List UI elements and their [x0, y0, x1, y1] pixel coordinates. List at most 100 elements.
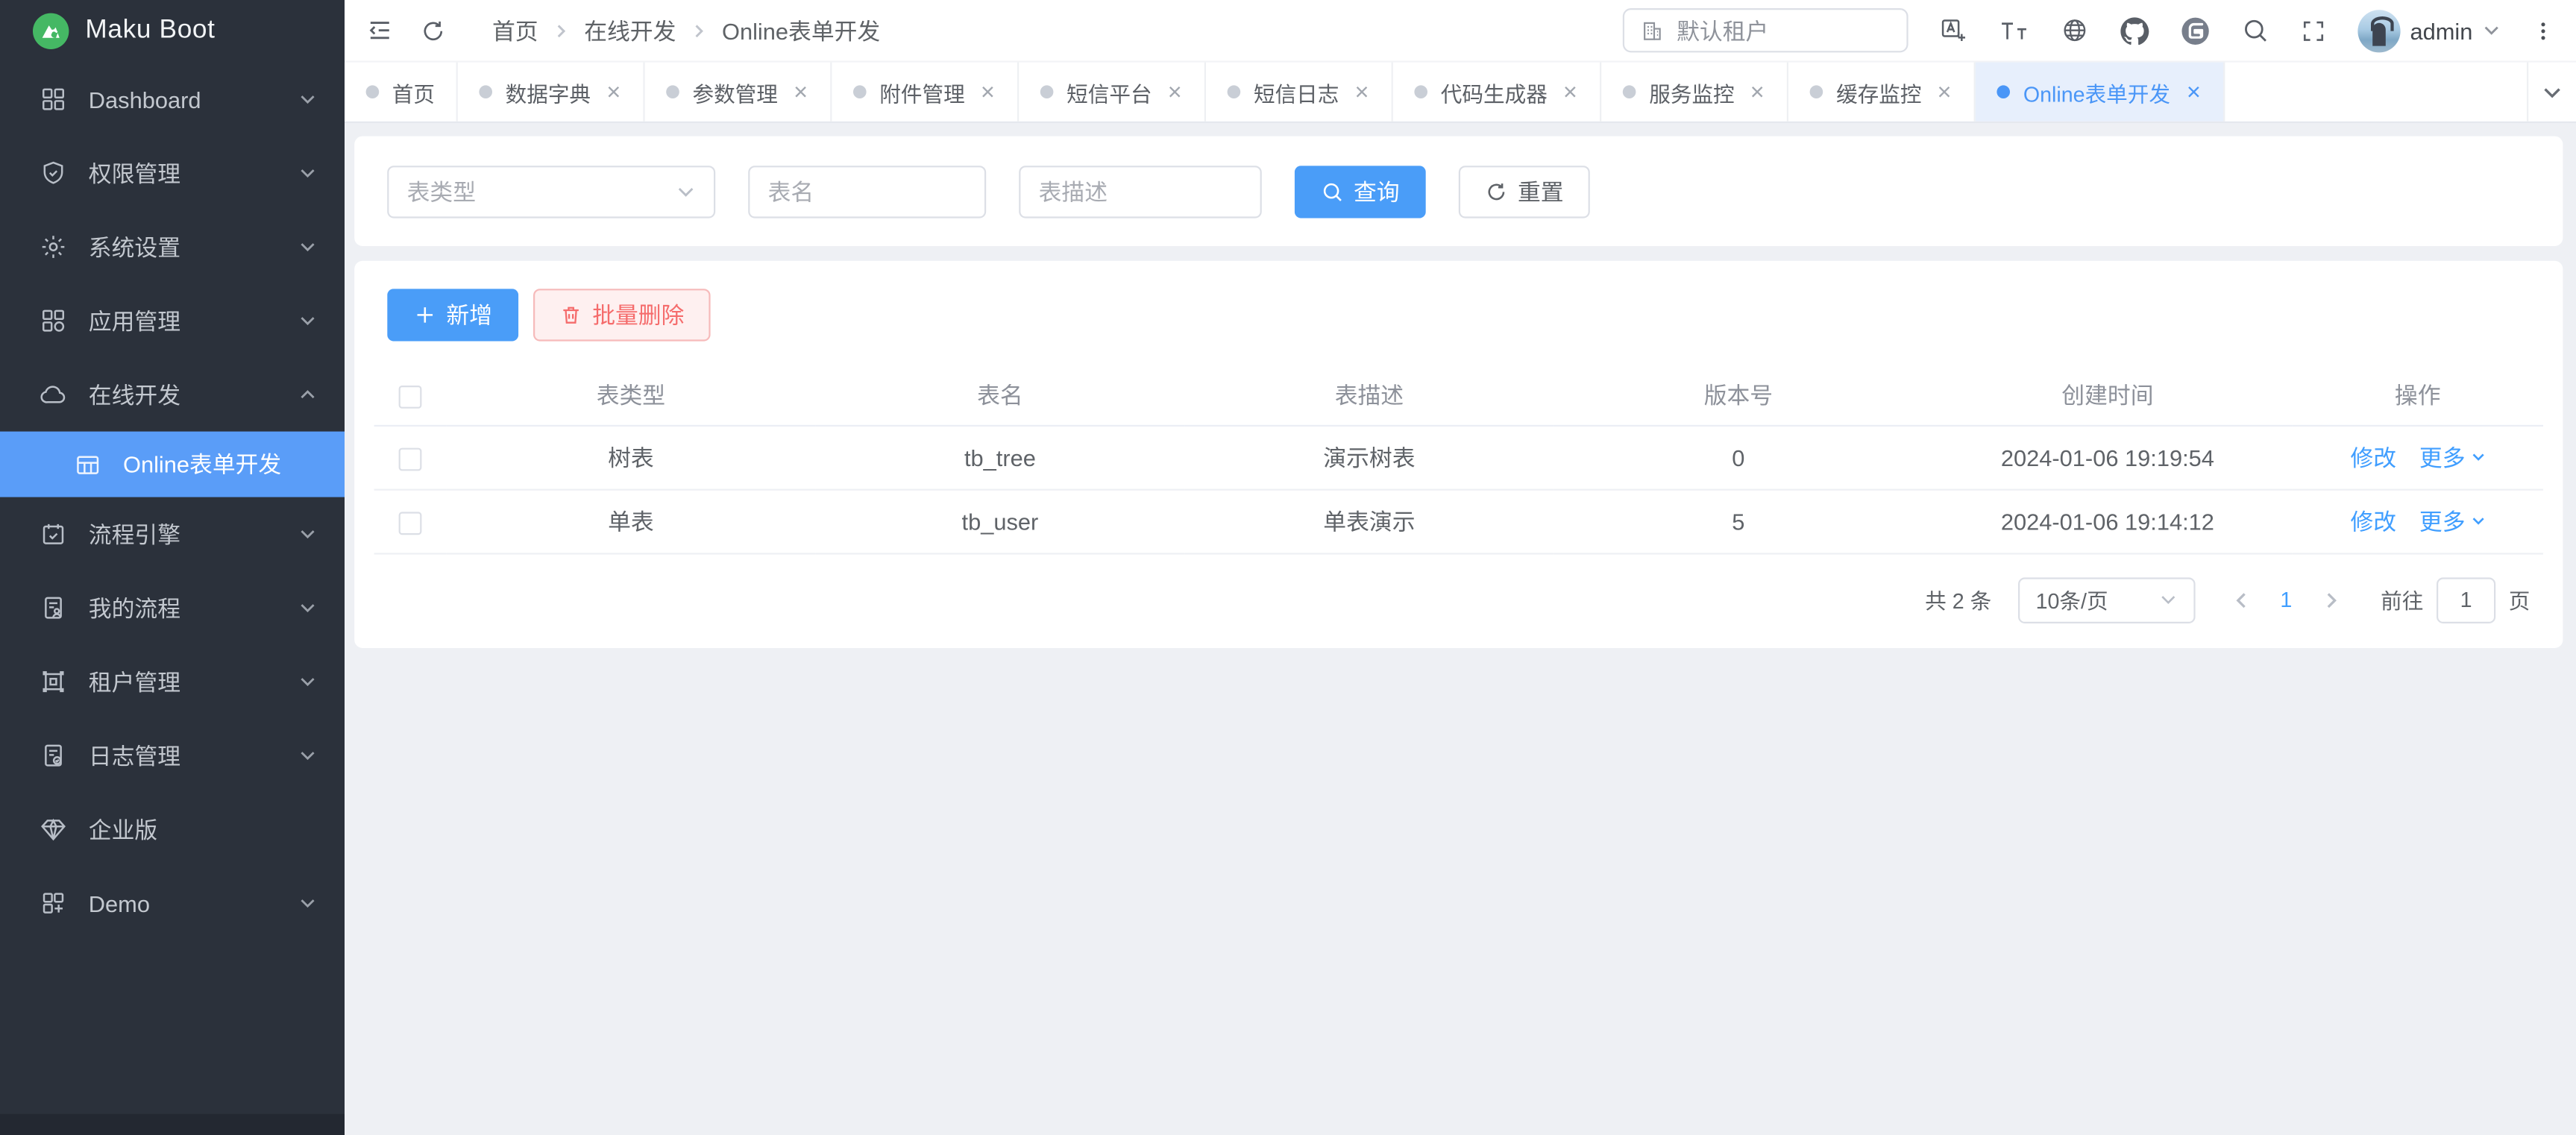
table-desc-input[interactable]: [1019, 165, 1262, 217]
search-icon[interactable]: [2241, 16, 2269, 44]
close-icon[interactable]: [980, 84, 996, 100]
tab-sms-log[interactable]: 短信日志: [1206, 63, 1393, 122]
sidebar-item-online-form-dev[interactable]: Online表单开发: [0, 432, 345, 497]
close-icon[interactable]: [606, 84, 622, 100]
user-menu[interactable]: admin: [2357, 9, 2501, 51]
tab-service-monitor[interactable]: 服务监控: [1601, 63, 1788, 122]
page-size-select[interactable]: 10条/页: [2017, 576, 2195, 623]
sidebar-item-label: Dashboard: [89, 87, 277, 113]
github-icon[interactable]: [2120, 16, 2149, 45]
prev-page-icon[interactable]: [2231, 590, 2250, 609]
doc-user-icon: [40, 594, 67, 621]
more-dropdown[interactable]: 更多: [2419, 505, 2485, 538]
chevron-down-icon: [2159, 591, 2177, 609]
table-name-input[interactable]: [748, 165, 986, 217]
add-button[interactable]: 新增: [387, 289, 518, 341]
username: admin: [2410, 17, 2472, 43]
tab-dot: [666, 85, 679, 98]
sidebar-item-permissions[interactable]: 权限管理: [0, 136, 345, 210]
kebab-menu-icon[interactable]: [2532, 17, 2555, 43]
close-icon[interactable]: [1354, 84, 1370, 100]
sidebar-item-dashboard[interactable]: Dashboard: [0, 63, 345, 136]
edit-link[interactable]: 修改: [2351, 441, 2397, 474]
chevron-down-icon: [298, 746, 316, 764]
sidebar-item-my-workflow[interactable]: 我的流程: [0, 571, 345, 645]
pagination: 共 2 条 10条/页 1 前往 页: [354, 554, 2563, 623]
tab-cache-monitor[interactable]: 缓存监控: [1788, 63, 1976, 122]
sidebar-item-online-dev[interactable]: 在线开发: [0, 358, 345, 432]
tenant-select-value: 默认租户: [1677, 14, 1768, 47]
globe-icon[interactable]: [2061, 16, 2088, 44]
close-icon[interactable]: [1749, 84, 1765, 100]
tab-online-form-dev[interactable]: Online表单开发: [1976, 63, 2225, 122]
sidebar-item-enterprise[interactable]: 企业版: [0, 793, 345, 867]
select-all-checkbox[interactable]: [399, 386, 422, 409]
refresh-icon[interactable]: [420, 17, 446, 43]
fullscreen-icon[interactable]: [2300, 17, 2326, 43]
table-type-select[interactable]: 表类型: [387, 165, 715, 217]
tab-label: 代码生成器: [1441, 76, 1548, 107]
topbar: 首页 在线开发 Online表单开发 默认租户: [345, 0, 2576, 63]
tabs-overflow-dropdown[interactable]: [2527, 63, 2576, 122]
tab-attachments[interactable]: 附件管理: [832, 63, 1020, 122]
goto-label: 前往: [2381, 584, 2423, 615]
close-icon[interactable]: [1562, 84, 1579, 100]
search-button[interactable]: 查询: [1295, 165, 1426, 217]
sidebar-item-label: 日志管理: [89, 739, 277, 772]
breadcrumb-item-home[interactable]: 首页: [492, 14, 538, 47]
reset-button[interactable]: 重置: [1459, 165, 1590, 217]
tenant-select[interactable]: 默认租户: [1622, 8, 1908, 52]
diamond-icon: [40, 815, 67, 843]
page-size-value: 10条/页: [2036, 584, 2108, 615]
gitee-icon[interactable]: [2180, 16, 2210, 45]
row-checkbox[interactable]: [399, 512, 422, 535]
tab-sms-platform[interactable]: 短信平台: [1019, 63, 1206, 122]
close-icon[interactable]: [1936, 84, 1953, 100]
main-area: 首页 在线开发 Online表单开发 默认租户: [345, 0, 2576, 1135]
page-number[interactable]: 1: [2280, 588, 2292, 612]
tab-dot: [1228, 85, 1241, 98]
translate-icon[interactable]: [1939, 16, 1967, 44]
sidebar-item-system-settings[interactable]: 系统设置: [0, 210, 345, 284]
tab-dot: [366, 85, 380, 98]
sidebar-fold-icon[interactable]: [366, 16, 394, 44]
close-icon[interactable]: [1166, 84, 1183, 100]
tab-code-generator[interactable]: 代码生成器: [1393, 63, 1601, 122]
sidebar-item-workflow-engine[interactable]: 流程引擎: [0, 497, 345, 571]
chevron-down-icon: [298, 90, 316, 108]
batch-delete-button[interactable]: 批量删除: [533, 289, 711, 341]
tabs-bar: 首页 数据字典 参数管理 附件管理 短信平台: [345, 63, 2576, 123]
tab-label: 短信平台: [1066, 76, 1152, 107]
sidebar-collapse-bar[interactable]: [0, 1114, 345, 1135]
table-row: 树表 tb_tree 演示树表 0 2024-01-06 19:19:54 修改…: [374, 425, 2543, 489]
tab-data-dict[interactable]: 数据字典: [458, 63, 645, 122]
avatar[interactable]: [2357, 9, 2400, 51]
tab-home[interactable]: 首页: [345, 63, 458, 122]
sidebar-item-logs[interactable]: 日志管理: [0, 719, 345, 793]
breadcrumb-item-online-dev[interactable]: 在线开发: [584, 14, 676, 47]
chevron-down-icon: [2470, 514, 2485, 529]
next-page-icon[interactable]: [2322, 590, 2341, 609]
column-header-desc: 表描述: [1184, 366, 1554, 425]
topbar-right: 默认租户: [1622, 8, 2554, 52]
tab-dot: [1623, 85, 1636, 98]
goto-page-input[interactable]: [2437, 576, 2495, 623]
sidebar-item-tenants[interactable]: 租户管理: [0, 645, 345, 719]
close-icon[interactable]: [2185, 84, 2202, 100]
row-checkbox[interactable]: [399, 447, 422, 471]
tabs-spacer: [2225, 63, 2527, 122]
chevron-down-icon: [298, 673, 316, 691]
column-header-version: 版本号: [1554, 366, 1923, 425]
cell-name: tb_tree: [815, 425, 1184, 489]
more-dropdown[interactable]: 更多: [2419, 441, 2485, 474]
close-icon[interactable]: [793, 84, 809, 100]
tab-params[interactable]: 参数管理: [645, 63, 832, 122]
chevron-down-icon: [298, 238, 316, 256]
sidebar-item-apps[interactable]: 应用管理: [0, 284, 345, 358]
edit-link[interactable]: 修改: [2351, 505, 2397, 538]
data-table: 表类型 表名 表描述 版本号 创建时间 操作 树表 tb_tree: [374, 366, 2543, 554]
font-size-icon[interactable]: [1998, 16, 2029, 44]
topbar-left: 首页 在线开发 Online表单开发: [366, 14, 881, 47]
sidebar-item-label: 我的流程: [89, 591, 277, 624]
sidebar-item-demo[interactable]: Demo: [0, 867, 345, 940]
